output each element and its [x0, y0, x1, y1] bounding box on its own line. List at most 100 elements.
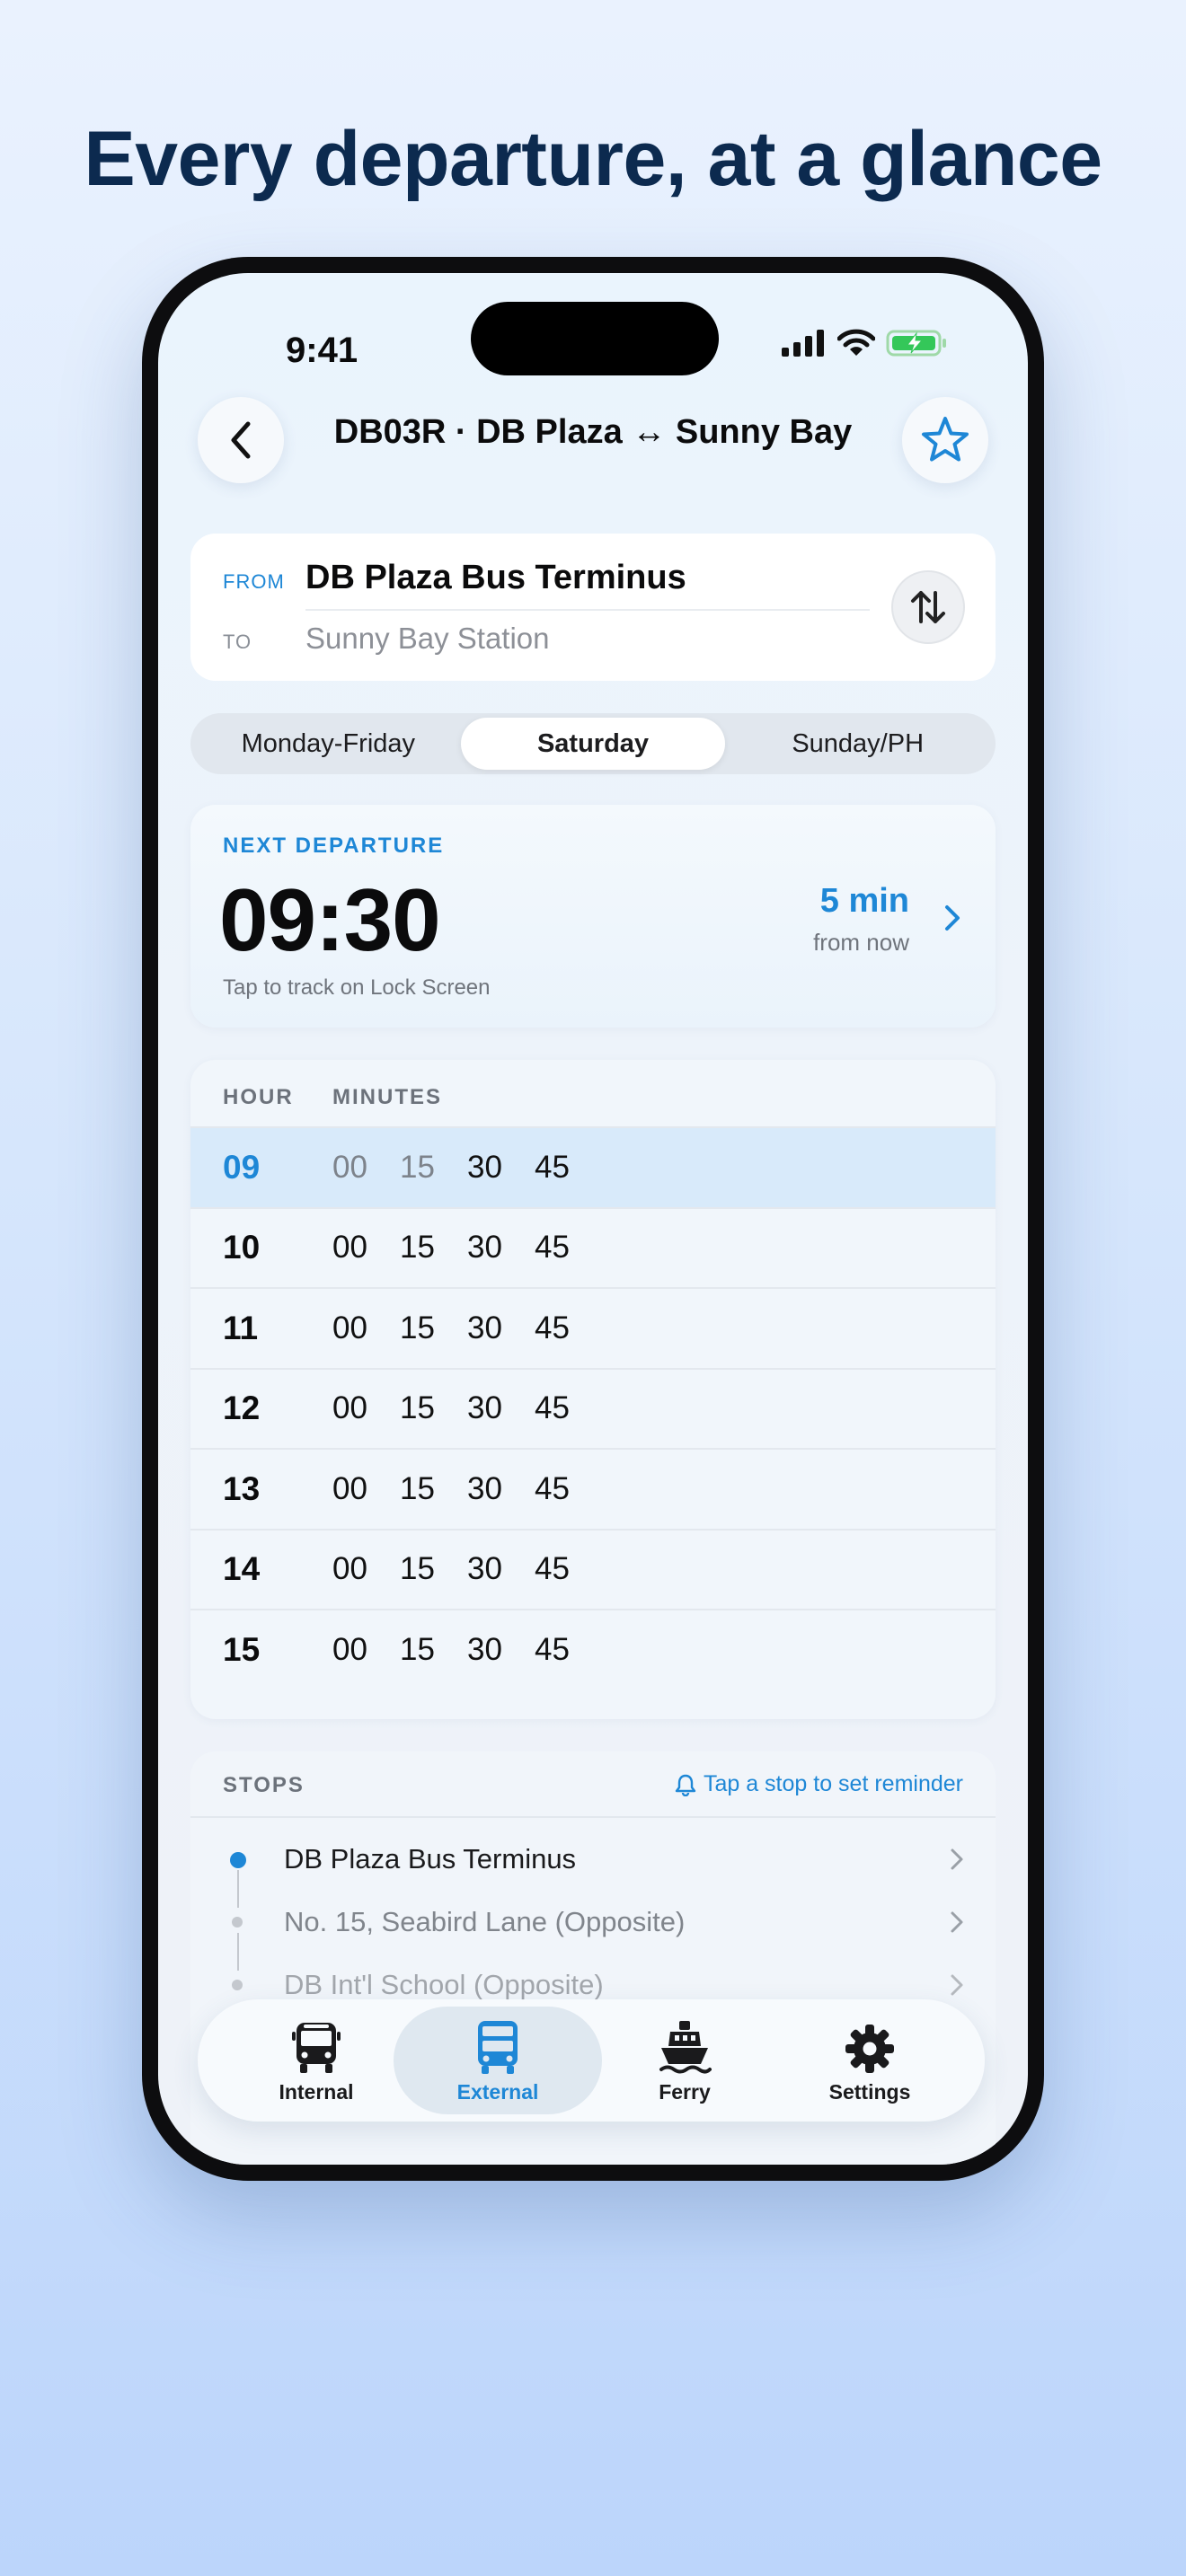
departure-minute[interactable]: 30: [467, 1150, 535, 1186]
app-screen: 9:41 DB03R · DB Plaza ↔ Sunny Bay FROM D…: [158, 273, 1028, 2165]
from-row[interactable]: FROM DB Plaza Bus Terminus: [223, 559, 686, 597]
stop-marker: [232, 1917, 243, 1928]
bus-icon: [292, 2023, 341, 2073]
next-departure-time: 09:30: [219, 870, 441, 969]
swap-direction-button[interactable]: [891, 570, 965, 644]
departure-minute[interactable]: 45: [535, 1632, 602, 1668]
timetable-rows: 09 00 15 30 45 10 00 15 30 45 11 00 15 30 45 12 00 15 30 45…: [190, 1126, 996, 1689]
status-icons: [782, 323, 949, 363]
departure-minute[interactable]: 30: [467, 1632, 535, 1668]
phone-frame: 9:41 DB03R · DB Plaza ↔ Sunny Bay FROM D…: [142, 257, 1044, 2181]
minutes-cell: 00 15 30 45: [332, 1230, 602, 1266]
tab-monday-friday[interactable]: Monday-Friday: [196, 718, 461, 770]
timetable-row: 12 00 15 30 45: [190, 1367, 996, 1449]
departure-minute[interactable]: 15: [400, 1310, 467, 1346]
timetable: HOUR MINUTES 09 00 15 30 45 10 00 15 30 45 11 00 15 3…: [190, 1060, 996, 1719]
to-label: TO: [223, 631, 252, 653]
tab-bar: Internal External Ferry Settings: [198, 1999, 985, 2122]
chevron-right-icon: [951, 1974, 963, 1996]
stop-marker-current: [230, 1852, 246, 1868]
divider: [190, 1816, 996, 1818]
stop-item-1[interactable]: DB Plaza Bus Terminus: [190, 1827, 996, 1908]
bell-icon: [675, 1774, 696, 1796]
departure-minute[interactable]: 45: [535, 1150, 602, 1186]
tab-label: Internal: [279, 2080, 354, 2104]
reminder-hint[interactable]: Tap a stop to set reminder: [675, 1771, 963, 1797]
to-row[interactable]: TO Sunny Bay Station: [223, 622, 550, 656]
gear-icon: [845, 2025, 894, 2073]
stop-name: No. 15, Seabird Lane (Opposite): [284, 1906, 686, 1937]
stop-name: DB Plaza Bus Terminus: [284, 1843, 577, 1875]
departure-minute[interactable]: 45: [535, 1230, 602, 1266]
timetable-row: 13 00 15 30 45: [190, 1448, 996, 1529]
hour-cell: 12: [223, 1389, 261, 1427]
departure-minute[interactable]: 00: [332, 1471, 400, 1507]
timetable-row: 15 00 15 30 45: [190, 1609, 996, 1689]
cellular-signal-icon: [782, 330, 824, 357]
tab-sunday-ph[interactable]: Sunday/PH: [725, 718, 990, 770]
departure-minute[interactable]: 45: [535, 1310, 602, 1346]
departure-minute[interactable]: 00: [332, 1230, 400, 1266]
battery-charging-icon: [886, 330, 946, 357]
minutes-cell: 00 15 30 45: [332, 1471, 602, 1507]
hour-cell: 11: [223, 1309, 259, 1346]
departure-minute[interactable]: 15: [400, 1230, 467, 1266]
chevron-left-icon: [231, 421, 251, 459]
favorite-button[interactable]: [902, 397, 988, 483]
tab-internal[interactable]: Internal: [244, 2019, 388, 2104]
departure-minute[interactable]: 15: [400, 1150, 467, 1186]
status-time: 9:41: [286, 331, 358, 370]
departure-minute[interactable]: 15: [400, 1632, 467, 1668]
departure-minute[interactable]: 45: [535, 1471, 602, 1507]
countdown-suffix: from now: [813, 929, 909, 956]
chevron-right-icon: [945, 905, 960, 931]
hour-cell: 09: [223, 1148, 261, 1186]
hour-cell: 15: [223, 1630, 261, 1668]
minutes-cell: 00 15 30 45: [332, 1150, 602, 1186]
day-type-selector: Monday-Friday Saturday Sunday/PH: [190, 713, 996, 774]
minutes-cell: 00 15 30 45: [332, 1551, 602, 1587]
departure-minute[interactable]: 30: [467, 1310, 535, 1346]
timetable-row: 10 00 15 30 45: [190, 1206, 996, 1288]
ferry-icon: [659, 2021, 712, 2074]
departure-minute[interactable]: 15: [400, 1390, 467, 1426]
stops-header: STOPS: [223, 1773, 305, 1797]
swap-arrows-icon: [911, 591, 945, 623]
tab-label: Settings: [828, 2080, 911, 2104]
dynamic-island: [471, 302, 719, 375]
star-icon: [922, 417, 969, 462]
tab-ferry[interactable]: Ferry: [613, 2019, 757, 2104]
departure-minute[interactable]: 45: [535, 1390, 602, 1426]
departure-minute[interactable]: 15: [400, 1471, 467, 1507]
departure-minute[interactable]: 00: [332, 1390, 400, 1426]
next-departure-card[interactable]: NEXT DEPARTURE 09:30 Tap to track on Loc…: [190, 805, 996, 1028]
countdown-value: 5 min: [819, 882, 909, 920]
reminder-hint-text: Tap a stop to set reminder: [703, 1771, 963, 1796]
departure-minute[interactable]: 00: [332, 1150, 400, 1186]
departure-minute[interactable]: 45: [535, 1551, 602, 1587]
minutes-cell: 00 15 30 45: [332, 1632, 602, 1668]
divider: [305, 609, 870, 611]
tab-settings[interactable]: Settings: [798, 2019, 942, 2104]
stop-item-2[interactable]: No. 15, Seabird Lane (Opposite): [190, 1890, 996, 1971]
tab-external[interactable]: External: [426, 2019, 570, 2104]
route-from-to-card: FROM DB Plaza Bus Terminus TO Sunny Bay …: [190, 534, 996, 681]
minutes-column-header: MINUTES: [332, 1085, 442, 1109]
departure-minute[interactable]: 30: [467, 1551, 535, 1587]
timetable-row: 14 00 15 30 45: [190, 1528, 996, 1610]
from-value: DB Plaza Bus Terminus: [305, 559, 686, 596]
departure-minute[interactable]: 30: [467, 1390, 535, 1426]
chevron-right-icon: [951, 1848, 963, 1870]
tab-saturday[interactable]: Saturday: [460, 718, 726, 770]
departure-minute[interactable]: 30: [467, 1230, 535, 1266]
departure-minute[interactable]: 30: [467, 1471, 535, 1507]
departure-minute[interactable]: 00: [332, 1551, 400, 1587]
timetable-row-current: 09 00 15 30 45: [190, 1126, 996, 1207]
back-button[interactable]: [198, 397, 284, 483]
double-decker-bus-icon: [478, 2021, 518, 2074]
marketing-headline: Every departure, at a glance: [84, 116, 1102, 202]
departure-minute[interactable]: 00: [332, 1632, 400, 1668]
departure-minute[interactable]: 15: [400, 1551, 467, 1587]
departure-minute[interactable]: 00: [332, 1310, 400, 1346]
hour-cell: 10: [223, 1229, 261, 1266]
